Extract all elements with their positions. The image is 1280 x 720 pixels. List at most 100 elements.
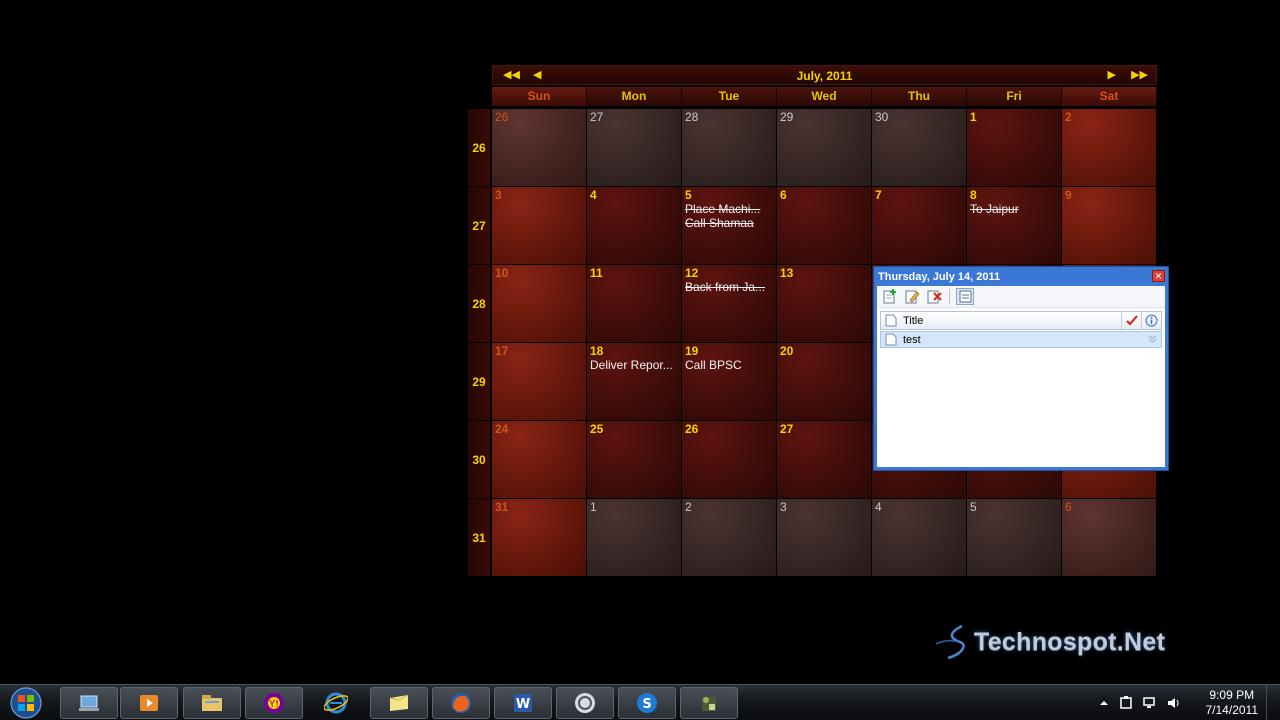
day-number: 27 xyxy=(780,422,794,436)
day-cell[interactable]: 8 To Jaipur xyxy=(967,187,1061,264)
week-number[interactable]: 28 xyxy=(468,265,490,342)
day-cell[interactable]: 2 xyxy=(1062,109,1156,186)
day-cell[interactable]: 27 xyxy=(587,109,681,186)
week-number[interactable]: 29 xyxy=(468,343,490,420)
day-cell[interactable]: 13 xyxy=(777,265,871,342)
delete-task-icon[interactable] xyxy=(925,288,943,305)
skype-icon[interactable]: S xyxy=(618,687,676,719)
event-label[interactable]: To Jaipur xyxy=(970,202,1019,216)
day-cell[interactable]: 2 xyxy=(682,499,776,576)
show-hidden-icons-icon[interactable] xyxy=(1096,695,1112,711)
weekday-thu: Thu xyxy=(872,87,967,106)
day-number: 5 xyxy=(685,188,692,202)
day-cell[interactable]: 6 xyxy=(777,187,871,264)
day-cell[interactable]: 19 Call BPSC xyxy=(682,343,776,420)
event-label[interactable]: Deliver Repor... xyxy=(590,358,673,372)
next-month-button[interactable]: ▶ xyxy=(1108,68,1116,82)
title-column-header[interactable]: Title xyxy=(903,315,923,327)
expand-chevron-icon[interactable] xyxy=(1148,335,1157,345)
clock[interactable]: 9:09 PM 7/14/2011 xyxy=(1206,688,1259,718)
sticky-folder-icon[interactable] xyxy=(370,687,428,719)
event-label[interactable]: Place Machi... xyxy=(685,202,760,216)
event-label[interactable]: Call Shamaa xyxy=(685,216,754,230)
event-label[interactable]: Call BPSC xyxy=(685,358,742,372)
close-button[interactable]: ✕ xyxy=(1152,270,1165,282)
day-number: 18 xyxy=(590,344,604,358)
clock-time: 9:09 PM xyxy=(1209,688,1255,702)
popup-title: Thursday, July 14, 2011 xyxy=(878,271,1001,283)
yahoo-messenger-icon[interactable]: Y! xyxy=(245,687,303,719)
weekday-sat: Sat xyxy=(1062,87,1157,106)
network-icon[interactable] xyxy=(1142,695,1158,711)
day-cell[interactable]: 20 xyxy=(777,343,871,420)
day-cell[interactable]: 4 xyxy=(872,499,966,576)
details-icon[interactable] xyxy=(956,288,974,305)
new-task-icon[interactable] xyxy=(881,288,899,305)
day-cell[interactable]: 12 Back from Ja... xyxy=(682,265,776,342)
file-explorer-icon[interactable] xyxy=(183,687,241,719)
day-cell[interactable]: 7 xyxy=(872,187,966,264)
day-cell[interactable]: 28 xyxy=(682,109,776,186)
checkmark-icon[interactable] xyxy=(1121,312,1141,329)
weekday-header-row: Sun Mon Tue Wed Thu Fri Sat xyxy=(492,87,1157,106)
day-cell[interactable]: 1 xyxy=(587,499,681,576)
day-cell[interactable]: 25 xyxy=(587,421,681,498)
svg-text:S: S xyxy=(642,697,651,712)
day-cell[interactable]: 24 xyxy=(492,421,586,498)
task-title: test xyxy=(903,333,921,346)
action-center-icon[interactable] xyxy=(1118,695,1134,711)
show-desktop-button[interactable] xyxy=(1266,685,1280,720)
day-cell[interactable]: 30 xyxy=(872,109,966,186)
day-cell[interactable]: 4 xyxy=(587,187,681,264)
document-icon xyxy=(885,314,897,327)
day-number: 29 xyxy=(780,110,794,124)
day-cell[interactable]: 9 xyxy=(1062,187,1156,264)
word-icon[interactable]: W xyxy=(494,687,552,719)
week-number[interactable]: 30 xyxy=(468,421,490,498)
day-cell[interactable]: 18 Deliver Repor... xyxy=(587,343,681,420)
info-icon[interactable] xyxy=(1141,312,1161,329)
event-label[interactable]: Back from Ja... xyxy=(685,280,765,294)
month-title[interactable]: July, 2011 xyxy=(493,69,1156,83)
day-cell[interactable]: 31 xyxy=(492,499,586,576)
day-cell[interactable]: 27 xyxy=(777,421,871,498)
day-cell[interactable]: 1 xyxy=(967,109,1061,186)
week-number[interactable]: 26 xyxy=(468,109,490,186)
day-cell[interactable]: 29 xyxy=(777,109,871,186)
week-number[interactable]: 31 xyxy=(468,499,490,576)
day-cell[interactable]: 26 xyxy=(682,421,776,498)
media-player-icon[interactable] xyxy=(120,687,178,719)
day-cell[interactable]: 3 xyxy=(777,499,871,576)
weekday-mon: Mon xyxy=(587,87,682,106)
day-number: 20 xyxy=(780,344,794,358)
day-cell[interactable]: 11 xyxy=(587,265,681,342)
task-list-header: Title xyxy=(880,311,1162,330)
volume-icon[interactable] xyxy=(1166,695,1182,711)
weekday-sun: Sun xyxy=(492,87,587,106)
next-year-button[interactable]: ▶▶ xyxy=(1131,68,1148,82)
day-cell[interactable]: 6 xyxy=(1062,499,1156,576)
start-button[interactable] xyxy=(6,687,46,719)
firefox-icon[interactable] xyxy=(432,687,490,719)
steam-icon[interactable] xyxy=(556,687,614,719)
day-number: 1 xyxy=(970,110,977,124)
task-list-item[interactable]: test xyxy=(880,331,1162,348)
day-cell[interactable]: 10 xyxy=(492,265,586,342)
day-cell[interactable]: 26 xyxy=(492,109,586,186)
day-number: 7 xyxy=(875,188,882,202)
day-cell[interactable]: 3 xyxy=(492,187,586,264)
day-number: 4 xyxy=(875,500,882,514)
day-cell[interactable]: 5 Place Machi... Call Shamaa xyxy=(682,187,776,264)
day-number: 2 xyxy=(685,500,692,514)
day-number: 9 xyxy=(1065,188,1072,202)
day-cell[interactable]: 17 xyxy=(492,343,586,420)
technospot-logo-icon xyxy=(935,624,965,660)
gadget-icon[interactable] xyxy=(680,687,738,719)
document-icon xyxy=(885,333,897,346)
day-number: 24 xyxy=(495,422,509,436)
edit-task-icon[interactable] xyxy=(903,288,921,305)
internet-explorer-icon[interactable] xyxy=(307,687,365,719)
day-cell[interactable]: 5 xyxy=(967,499,1061,576)
week-number[interactable]: 27 xyxy=(468,187,490,264)
explorer-computer-icon[interactable] xyxy=(60,687,118,719)
